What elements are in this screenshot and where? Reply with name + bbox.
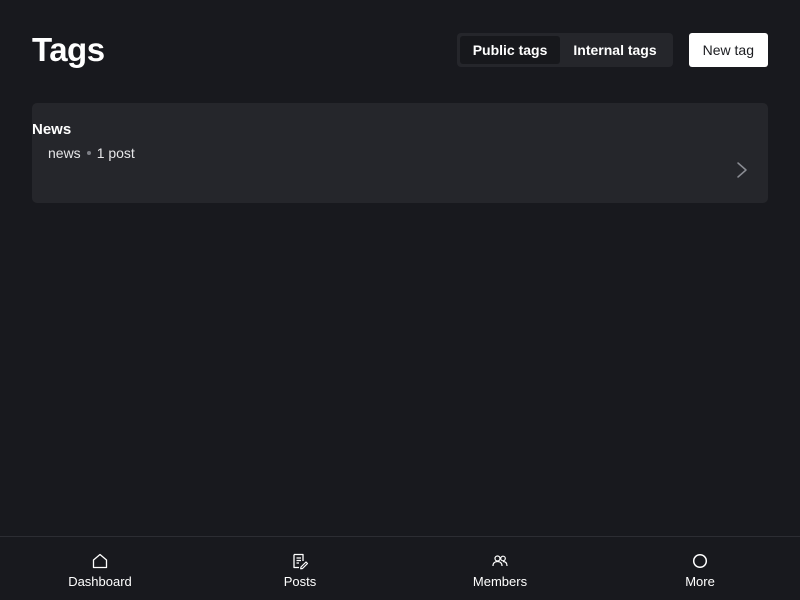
nav-members[interactable]: Members	[400, 537, 600, 600]
tag-meta: news 1 post	[48, 145, 135, 161]
tag-list: News news 1 post	[32, 103, 768, 203]
tag-name: News	[32, 121, 72, 138]
nav-dashboard[interactable]: Dashboard	[0, 537, 200, 600]
page-header: Tags Public tags Internal tags New tag	[32, 30, 768, 70]
bottom-nav: Dashboard Posts Members More	[0, 536, 800, 600]
header-actions: Public tags Internal tags New tag	[456, 33, 768, 67]
nav-more[interactable]: More	[600, 537, 800, 600]
tag-post-count: 1 post	[96, 145, 135, 161]
nav-posts[interactable]: Posts	[200, 537, 400, 600]
nav-label-more: More	[685, 574, 715, 589]
separator-dot	[86, 151, 91, 155]
chevron-right-icon	[737, 162, 747, 178]
home-icon	[92, 553, 108, 569]
tag-slug: news	[48, 145, 81, 161]
members-icon	[492, 555, 508, 567]
page-title: Tags	[32, 31, 105, 68]
tag-type-toggle: Public tags Internal tags	[456, 33, 673, 67]
tags-page: Tags Public tags Internal tags New tag N…	[0, 0, 800, 600]
nav-label-members: Members	[472, 574, 528, 589]
circle-icon	[692, 553, 708, 569]
nav-label-posts: Posts	[283, 574, 317, 589]
tab-public-tags[interactable]: Public tags	[459, 36, 561, 64]
posts-icon	[293, 553, 309, 570]
tab-internal-tags[interactable]: Internal tags	[560, 36, 669, 64]
new-tag-button[interactable]: New tag	[688, 33, 768, 67]
nav-label-dashboard: Dashboard	[68, 574, 132, 589]
tag-row-news[interactable]: News news 1 post	[32, 103, 768, 203]
